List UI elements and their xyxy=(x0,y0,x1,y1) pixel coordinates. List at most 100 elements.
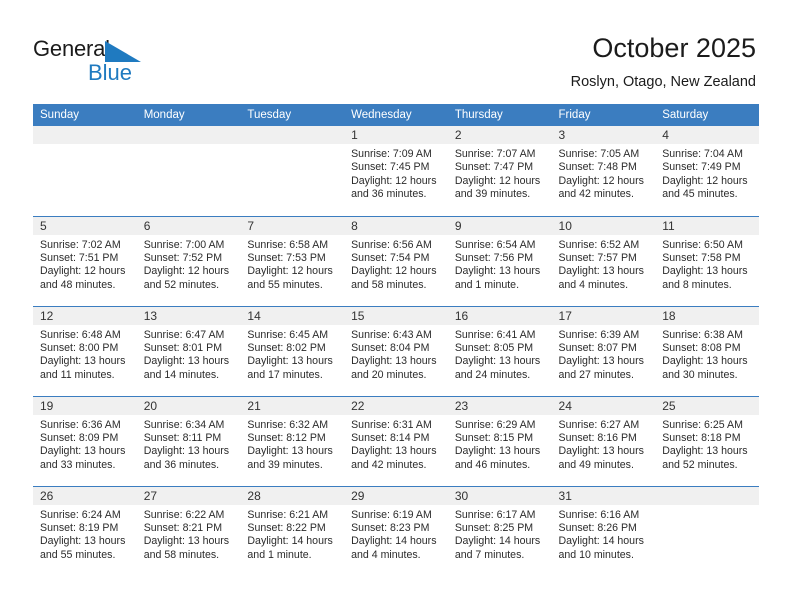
calendar-day-cell[interactable]: 11 Sunrise: 6:50 AM Sunset: 7:58 PM Dayligh… xyxy=(655,215,759,306)
day-cell-inner: 14 Sunrise: 6:45 AM Sunset: 8:02 PM Dayligh… xyxy=(240,306,345,396)
calendar-day-cell[interactable]: 15 Sunrise: 6:43 AM Sunset: 8:04 PM Dayligh… xyxy=(344,305,448,396)
day-cell-inner: 5 Sunrise: 7:02 AM Sunset: 7:51 PM Daylight… xyxy=(33,216,137,306)
calendar-day-cell[interactable]: 1 Sunrise: 7:09 AM Sunset: 7:45 PM Daylight… xyxy=(344,126,448,216)
sunset-time: Sunset: 8:22 PM xyxy=(247,521,326,534)
calendar-day-cell[interactable]: 17 Sunrise: 6:39 AM Sunset: 8:07 PM Dayligh… xyxy=(551,305,656,396)
calendar-day-cell[interactable]: 12 Sunrise: 6:48 AM Sunset: 8:00 PM Dayligh… xyxy=(33,305,137,396)
calendar-day-cell[interactable]: 4 Sunrise: 7:04 AM Sunset: 7:49 PM Daylight… xyxy=(655,126,759,216)
day-number: 18 xyxy=(655,306,759,325)
day-cell-inner: 6 Sunrise: 7:00 AM Sunset: 7:52 PM Daylight… xyxy=(136,216,241,306)
calendar-week-row: 1 Sunrise: 7:09 AM Sunset: 7:45 PM Daylight… xyxy=(33,126,759,216)
day-cell-inner: 13 Sunrise: 6:47 AM Sunset: 8:01 PM Dayligh… xyxy=(136,306,241,396)
day-number: 19 xyxy=(33,396,137,415)
calendar-day-cell[interactable]: 30 Sunrise: 6:17 AM Sunset: 8:25 PM Dayligh… xyxy=(447,485,552,576)
sunrise-time: Sunrise: 6:22 AM xyxy=(143,508,225,521)
calendar-day-cell[interactable]: 22 Sunrise: 6:31 AM Sunset: 8:14 PM Dayligh… xyxy=(344,395,448,486)
day-number: 2 xyxy=(447,126,552,144)
sunrise-time: Sunrise: 6:31 AM xyxy=(351,418,432,431)
calendar-day-cell[interactable]: 2 Sunrise: 7:07 AM Sunset: 7:47 PM Daylight… xyxy=(447,126,552,216)
calendar-day-cell[interactable]: 8 Sunrise: 6:56 AM Sunset: 7:54 PM Daylight… xyxy=(344,215,448,306)
day-number: 10 xyxy=(551,216,656,235)
calendar-day-cell[interactable]: 19 Sunrise: 6:36 AM Sunset: 8:09 PM Dayligh… xyxy=(33,395,137,486)
day-number: 31 xyxy=(551,486,656,505)
calendar-day-cell[interactable]: 9 Sunrise: 6:54 AM Sunset: 7:56 PM Daylight… xyxy=(447,215,552,306)
calendar-day-cell[interactable]: 10 Sunrise: 6:52 AM Sunset: 7:57 PM Dayligh… xyxy=(551,215,656,306)
sunrise-time: Sunrise: 6:39 AM xyxy=(558,328,640,341)
calendar-day-cell[interactable]: 6 Sunrise: 7:00 AM Sunset: 7:52 PM Daylight… xyxy=(136,215,241,306)
sunrise-time: Sunrise: 6:47 AM xyxy=(143,328,225,341)
sunset-time: Sunset: 8:21 PM xyxy=(143,521,223,534)
calendar-body: 1 Sunrise: 7:09 AM Sunset: 7:45 PM Daylight… xyxy=(33,126,759,576)
calendar-day-cell[interactable]: 23 Sunrise: 6:29 AM Sunset: 8:15 PM Dayligh… xyxy=(447,395,552,486)
day-number: 8 xyxy=(344,216,448,235)
sunset-time: Sunset: 7:48 PM xyxy=(558,161,637,174)
calendar-day-cell[interactable]: 7 Sunrise: 6:58 AM Sunset: 7:53 PM Daylight… xyxy=(240,215,345,306)
sunrise-time: Sunrise: 6:16 AM xyxy=(558,508,640,521)
day-cell-inner: 11 Sunrise: 6:50 AM Sunset: 7:58 PM Dayligh… xyxy=(655,216,759,306)
calendar-day-cell[interactable]: 24 Sunrise: 6:27 AM Sunset: 8:16 PM Dayligh… xyxy=(551,395,656,486)
calendar-day-cell[interactable]: 27 Sunrise: 6:22 AM Sunset: 8:21 PM Dayligh… xyxy=(136,485,241,576)
calendar-day-cell[interactable]: 29 Sunrise: 6:19 AM Sunset: 8:23 PM Dayligh… xyxy=(344,485,448,576)
day-number: 11 xyxy=(655,216,759,235)
day-number: 21 xyxy=(240,396,345,415)
day-details: Sunrise: 6:29 AM Sunset: 8:15 PM Daylight:… xyxy=(448,415,552,473)
calendar-day-cell[interactable]: 5 Sunrise: 7:02 AM Sunset: 7:51 PM Daylight… xyxy=(33,215,137,306)
sunrise-time: Sunrise: 7:05 AM xyxy=(558,148,640,160)
calendar-day-cell[interactable]: 14 Sunrise: 6:45 AM Sunset: 8:02 PM Dayligh… xyxy=(240,305,345,396)
day-cell-inner xyxy=(33,126,137,216)
day-details: Sunrise: 6:39 AM Sunset: 8:07 PM Daylight:… xyxy=(552,325,656,383)
day-details: Sunrise: 6:47 AM Sunset: 8:01 PM Daylight:… xyxy=(137,325,241,383)
calendar-day-cell[interactable]: 3 Sunrise: 7:05 AM Sunset: 7:48 PM Daylight… xyxy=(551,126,656,216)
day-cell-inner: 8 Sunrise: 6:56 AM Sunset: 7:54 PM Daylight… xyxy=(344,216,448,306)
daylight-duration: Daylight: 13 hours and 4 minutes. xyxy=(558,265,644,291)
sunset-time: Sunset: 8:16 PM xyxy=(558,431,637,444)
day-number: 15 xyxy=(344,306,448,325)
calendar-grid: Sunday Monday Tuesday Wednesday Thursday… xyxy=(33,104,759,576)
day-details: Sunrise: 6:25 AM Sunset: 8:18 PM Daylight:… xyxy=(655,415,759,473)
sunset-time: Sunset: 7:54 PM xyxy=(351,251,430,264)
calendar-day-cell[interactable]: 21 Sunrise: 6:32 AM Sunset: 8:12 PM Dayligh… xyxy=(240,395,345,486)
sunrise-time: Sunrise: 7:00 AM xyxy=(143,238,225,251)
day-cell-inner: 1 Sunrise: 7:09 AM Sunset: 7:45 PM Daylight… xyxy=(344,126,448,216)
day-cell-inner: 28 Sunrise: 6:21 AM Sunset: 8:22 PM Dayligh… xyxy=(240,486,345,577)
sunset-time: Sunset: 8:25 PM xyxy=(454,521,534,534)
generalblue-logo[interactable]: General Blue xyxy=(33,36,163,88)
page-header: General Blue October 2025 Roslyn, Otago,… xyxy=(0,0,792,103)
day-details: Sunrise: 6:32 AM Sunset: 8:12 PM Daylight:… xyxy=(240,415,344,473)
day-number: 5 xyxy=(33,216,137,235)
daylight-duration: Daylight: 12 hours and 48 minutes. xyxy=(40,265,126,291)
sunrise-time: Sunrise: 6:21 AM xyxy=(247,508,329,521)
daylight-duration: Daylight: 12 hours and 42 minutes. xyxy=(558,174,644,201)
sunset-time: Sunset: 8:11 PM xyxy=(143,431,222,444)
day-details: Sunrise: 6:54 AM Sunset: 7:56 PM Daylight:… xyxy=(448,235,552,293)
calendar-day-cell[interactable]: 20 Sunrise: 6:34 AM Sunset: 8:11 PM Dayligh… xyxy=(136,395,241,486)
day-details: Sunrise: 6:48 AM Sunset: 8:00 PM Daylight:… xyxy=(33,325,137,383)
calendar-day-cell[interactable]: 13 Sunrise: 6:47 AM Sunset: 8:01 PM Dayligh… xyxy=(136,305,241,396)
sunset-time: Sunset: 8:08 PM xyxy=(662,341,741,354)
day-details: Sunrise: 6:31 AM Sunset: 8:14 PM Daylight:… xyxy=(344,415,448,473)
weekday-header-saturday: Saturday xyxy=(655,104,759,126)
sunset-time: Sunset: 8:15 PM xyxy=(454,431,534,444)
calendar-day-cell[interactable]: 25 Sunrise: 6:25 AM Sunset: 8:18 PM Dayligh… xyxy=(655,395,759,486)
day-cell-inner: 7 Sunrise: 6:58 AM Sunset: 7:53 PM Daylight… xyxy=(240,216,345,306)
calendar-day-cell-empty xyxy=(136,126,241,216)
calendar-day-cell[interactable]: 31 Sunrise: 6:16 AM Sunset: 8:26 PM Dayligh… xyxy=(551,485,656,576)
day-details: Sunrise: 6:16 AM Sunset: 8:26 PM Daylight:… xyxy=(552,505,656,563)
calendar-day-cell[interactable]: 18 Sunrise: 6:38 AM Sunset: 8:08 PM Dayligh… xyxy=(655,305,759,396)
day-cell-inner: 3 Sunrise: 7:05 AM Sunset: 7:48 PM Daylight… xyxy=(551,126,656,216)
calendar-day-cell[interactable]: 28 Sunrise: 6:21 AM Sunset: 8:22 PM Dayligh… xyxy=(240,485,345,577)
daylight-duration: Daylight: 13 hours and 42 minutes. xyxy=(351,445,437,471)
day-number: 1 xyxy=(344,126,448,144)
daylight-duration: Daylight: 14 hours and 1 minute. xyxy=(247,535,333,561)
calendar-day-cell[interactable]: 16 Sunrise: 6:41 AM Sunset: 8:05 PM Dayligh… xyxy=(447,305,552,396)
day-details: Sunrise: 7:09 AM Sunset: 7:45 PM Daylight:… xyxy=(344,144,448,202)
day-number: 6 xyxy=(136,216,241,235)
day-number: 14 xyxy=(240,306,345,325)
sunset-time: Sunset: 7:58 PM xyxy=(662,251,741,264)
sunrise-time: Sunrise: 7:09 AM xyxy=(351,148,432,160)
day-cell-inner: 21 Sunrise: 6:32 AM Sunset: 8:12 PM Dayligh… xyxy=(240,396,345,486)
day-details: Sunrise: 6:52 AM Sunset: 7:57 PM Daylight:… xyxy=(552,235,656,293)
sunrise-time: Sunrise: 6:52 AM xyxy=(558,238,640,251)
calendar-week-row: 19 Sunrise: 6:36 AM Sunset: 8:09 PM Dayligh… xyxy=(33,395,759,486)
calendar-day-cell[interactable]: 26 Sunrise: 6:24 AM Sunset: 8:19 PM Dayligh… xyxy=(33,485,137,576)
